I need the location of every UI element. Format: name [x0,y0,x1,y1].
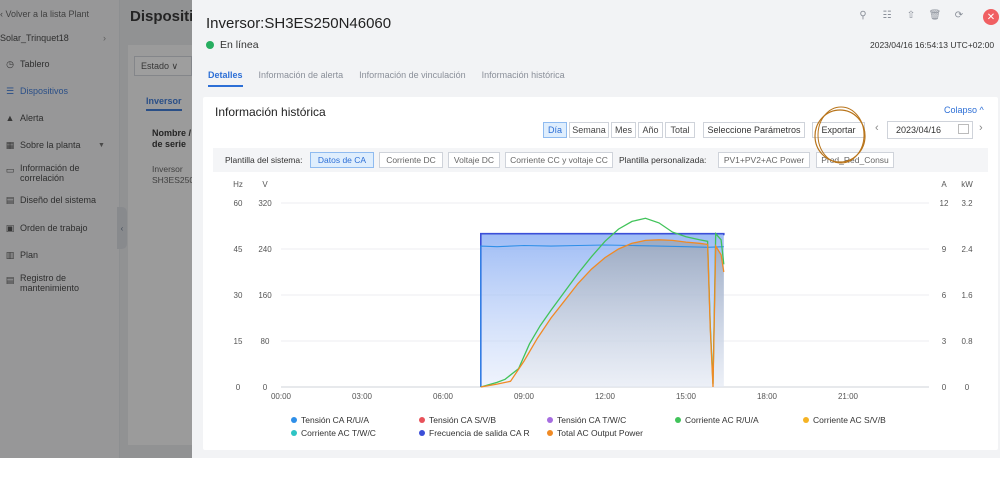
custom-template-label: Plantilla personalizada: [619,155,707,165]
list-icon[interactable]: ☷ [880,10,894,21]
y-tick-label: 80 [261,337,270,346]
drawer-title: Inversor:SH3ES250N46060 [206,15,392,32]
upload-icon[interactable]: ⇧ [904,10,918,21]
template-bar: Plantilla del sistema: Datos de CA Corri… [213,148,988,172]
template-corriente-voltaje-cc[interactable]: Corriente CC y voltaje CC [505,152,613,168]
network-icon[interactable]: ⚲ [856,10,870,21]
history-card: Información histórica Colapso ^ Día Sema… [203,97,998,450]
legend-corriente-t[interactable]: Corriente AC T/W/C [291,428,376,438]
legend-dot-icon [547,430,553,436]
y-tick-label: 1.6 [961,291,973,300]
y-tick-label: 15 [234,337,243,346]
legend-tension-s[interactable]: Tensión CA S/V/B [419,415,496,425]
legend-label: Corriente AC S/V/B [813,415,886,425]
refresh-icon[interactable]: ⟳ [952,10,966,21]
x-tick-label: 06:00 [433,392,454,401]
chevron-left-icon[interactable]: ‹ [875,122,879,134]
y-tick-label: 60 [234,199,243,208]
template-voltaje-dc[interactable]: Voltaje DC [448,152,500,168]
y-axis-unit-v: V [262,180,268,189]
y-tick-label: 30 [234,291,243,300]
period-mes[interactable]: Mes [611,122,636,138]
status-text: En línea [220,39,259,51]
legend-dot-icon [291,417,297,423]
legend-tension-r[interactable]: Tensión CA R/U/A [291,415,369,425]
y-axis-unit-kw: kW [961,180,973,189]
tab-informacion-vinculacion[interactable]: Información de vinculación [359,70,466,87]
status-online-icon [206,41,214,49]
legend-dot-icon [803,417,809,423]
close-icon[interactable]: ✕ [983,9,999,25]
chevron-right-icon[interactable]: › [979,122,983,134]
tab-detalles[interactable]: Detalles [208,70,243,87]
card-title: Información histórica [215,105,326,119]
legend-corriente-s[interactable]: Corriente AC S/V/B [803,415,886,425]
x-tick-label: 21:00 [838,392,859,401]
y-tick-label: 9 [942,245,947,254]
delete-icon[interactable]: 🗑 [928,10,942,21]
y-tick-label: 45 [234,245,243,254]
x-tick-label: 12:00 [595,392,616,401]
drawer-toolbar: ⚲ ☷ ⇧ 🗑 ⟳ [856,10,966,21]
legend-label: Tensión CA S/V/B [429,415,497,425]
y-tick-label: 0 [263,383,268,392]
y-tick-label: 12 [940,199,949,208]
collapse-link[interactable]: Colapso ^ [944,105,984,115]
legend-dot-icon [419,417,425,423]
template-pv-ac-power[interactable]: PV1+PV2+AC Power [718,152,810,168]
legend-label: Tensión CA T/W/C [557,415,627,425]
period-dia[interactable]: Día [543,122,567,138]
y-tick-label: 0 [965,383,970,392]
period-total[interactable]: Total [665,122,695,138]
legend-frecuencia[interactable]: Frecuencia de salida CA R [419,428,530,438]
modal-overlay[interactable] [0,0,192,458]
legend-tension-t[interactable]: Tensión CA T/W/C [547,415,626,425]
y-tick-label: 320 [258,199,272,208]
tab-informacion-alerta[interactable]: Información de alerta [259,70,344,87]
y-tick-label: 0 [236,383,241,392]
legend-corriente-r[interactable]: Corriente AC R/U/A [675,415,759,425]
legend-label: Tensión CA R/U/A [301,415,370,425]
system-template-label: Plantilla del sistema: [225,155,303,165]
y-tick-label: 0.8 [961,337,973,346]
x-tick-label: 18:00 [757,392,778,401]
collapse-label: Colapso [944,105,978,115]
legend-dot-icon [547,417,553,423]
x-tick-label: 03:00 [352,392,373,401]
y-tick-label: 2.4 [961,245,973,254]
y-tick-label: 240 [258,245,272,254]
calendar-icon[interactable] [958,124,969,134]
template-datos-ca[interactable]: Datos de CA [310,152,374,168]
legend-label: Total AC Output Power [557,428,643,438]
x-tick-label: 09:00 [514,392,535,401]
legend-dot-icon [419,430,425,436]
legend-total-power[interactable]: Total AC Output Power [547,428,643,438]
y-tick-label: 6 [942,291,947,300]
legend-label: Corriente AC R/U/A [685,415,759,425]
y-axis-unit-a: A [941,180,947,189]
history-chart: Hz V AkW60 320 12 3.245 240 9 2.430 160 6 1.615 80 3 0… [233,180,973,401]
legend-label: Corriente AC T/W/C [301,428,376,438]
timestamp: 2023/04/16 16:54:13 UTC+02:00 [870,40,995,50]
legend-dot-icon [291,430,297,436]
x-tick-label: 00:00 [271,392,292,401]
y-axis-unit-hz: Hz [233,180,243,189]
template-corriente-dc[interactable]: Corriente DC [379,152,443,168]
period-semana[interactable]: Semana [569,122,609,138]
chevron-up-icon: ^ [979,105,984,115]
legend-dot-icon [675,417,681,423]
select-parameters-button[interactable]: Seleccione Parámetros [703,122,805,138]
y-tick-label: 160 [258,291,272,300]
legend-label: Frecuencia de salida CA R [429,428,530,438]
tab-informacion-historica[interactable]: Información histórica [482,70,565,87]
y-tick-label: 3 [942,337,947,346]
y-tick-label: 0 [942,383,947,392]
y-tick-label: 3.2 [961,199,973,208]
x-tick-label: 15:00 [676,392,697,401]
period-ano[interactable]: Año [638,122,663,138]
drawer-tabs: Detalles Información de alerta Informaci… [208,70,565,87]
annotation-circle [814,106,866,164]
